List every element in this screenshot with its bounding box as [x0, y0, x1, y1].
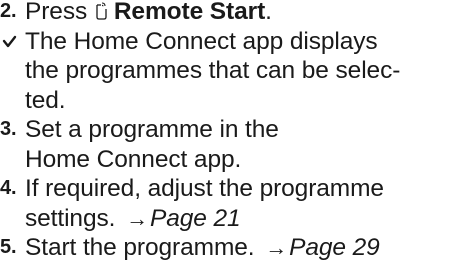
step-4: 4. If required, adjust the programme set… [0, 174, 467, 233]
result-line-3: ted. [25, 86, 66, 114]
page-reference-link[interactable]: Page 29 [289, 234, 380, 261]
step-text-prefix: Press [25, 0, 94, 25]
step-3-line-1: Set a programme in the [25, 116, 279, 143]
step-4-line-1: If required, adjust the programme [25, 175, 384, 202]
step-number: 3. [0, 118, 17, 140]
step-text-suffix: . [265, 0, 272, 25]
step-5-text: Start the programme. [25, 234, 262, 261]
page-reference-arrow: → [126, 205, 148, 231]
step-number: 2. [0, 0, 17, 22]
result-line-1: The Home Connect app displays [25, 27, 378, 55]
step-5: 5. Start the programme. →Page 29 [0, 233, 467, 263]
remote-start-icon [94, 0, 108, 20]
step-4-line-2: settings. →Page 21 [25, 204, 467, 234]
step-2: 2. Press Remote Start. [0, 0, 467, 27]
step-number: 5. [0, 236, 17, 258]
page-reference-arrow: → [265, 235, 288, 260]
page-reference-link[interactable]: Page 21 [150, 205, 241, 232]
result-step: The Home Connect app displays the progra… [0, 27, 467, 116]
result-line-2: the programmes that can be selec- [25, 57, 401, 84]
remote-start-label: Remote Start [113, 0, 266, 25]
instruction-page: 2. Press Remote Start. The Home Connect … [0, 0, 467, 274]
step-3: 3. Set a programme in the Home Connect a… [0, 115, 467, 174]
checkmark-icon [2, 27, 24, 57]
step-4-line-2-text: settings. [25, 204, 123, 232]
step-3-line-2: Home Connect app. [25, 145, 242, 173]
step-number: 4. [0, 177, 17, 199]
